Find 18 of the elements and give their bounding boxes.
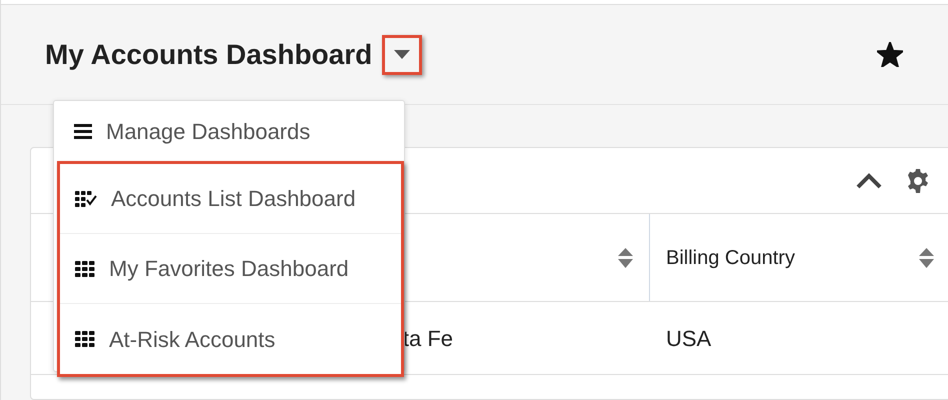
grid-icon xyxy=(75,260,95,276)
chevron-up-icon[interactable] xyxy=(856,172,882,188)
settings-icon[interactable] xyxy=(906,168,930,192)
caret-icon xyxy=(394,50,410,59)
menu-icon xyxy=(74,124,92,138)
table-cell-text: USA xyxy=(666,324,712,352)
star-icon[interactable] xyxy=(877,42,903,67)
grid-check-icon xyxy=(75,190,97,206)
sort-icon[interactable] xyxy=(618,248,633,268)
dashboard-dropdown-button[interactable] xyxy=(382,34,422,74)
column-header[interactable]: Billing Country xyxy=(650,214,948,301)
manage-dashboards-item[interactable]: Manage Dashboards xyxy=(54,101,404,161)
grid-icon xyxy=(75,331,95,347)
dashboard-menu-item[interactable]: My Favorites Dashboard xyxy=(60,234,401,304)
dashboard-menu-item[interactable]: Accounts List Dashboard xyxy=(60,164,401,234)
dashboard-menu-item[interactable]: At-Risk Accounts xyxy=(60,304,401,374)
dashboard-title: My Accounts Dashboard xyxy=(45,38,372,72)
sort-icon[interactable] xyxy=(919,248,934,268)
